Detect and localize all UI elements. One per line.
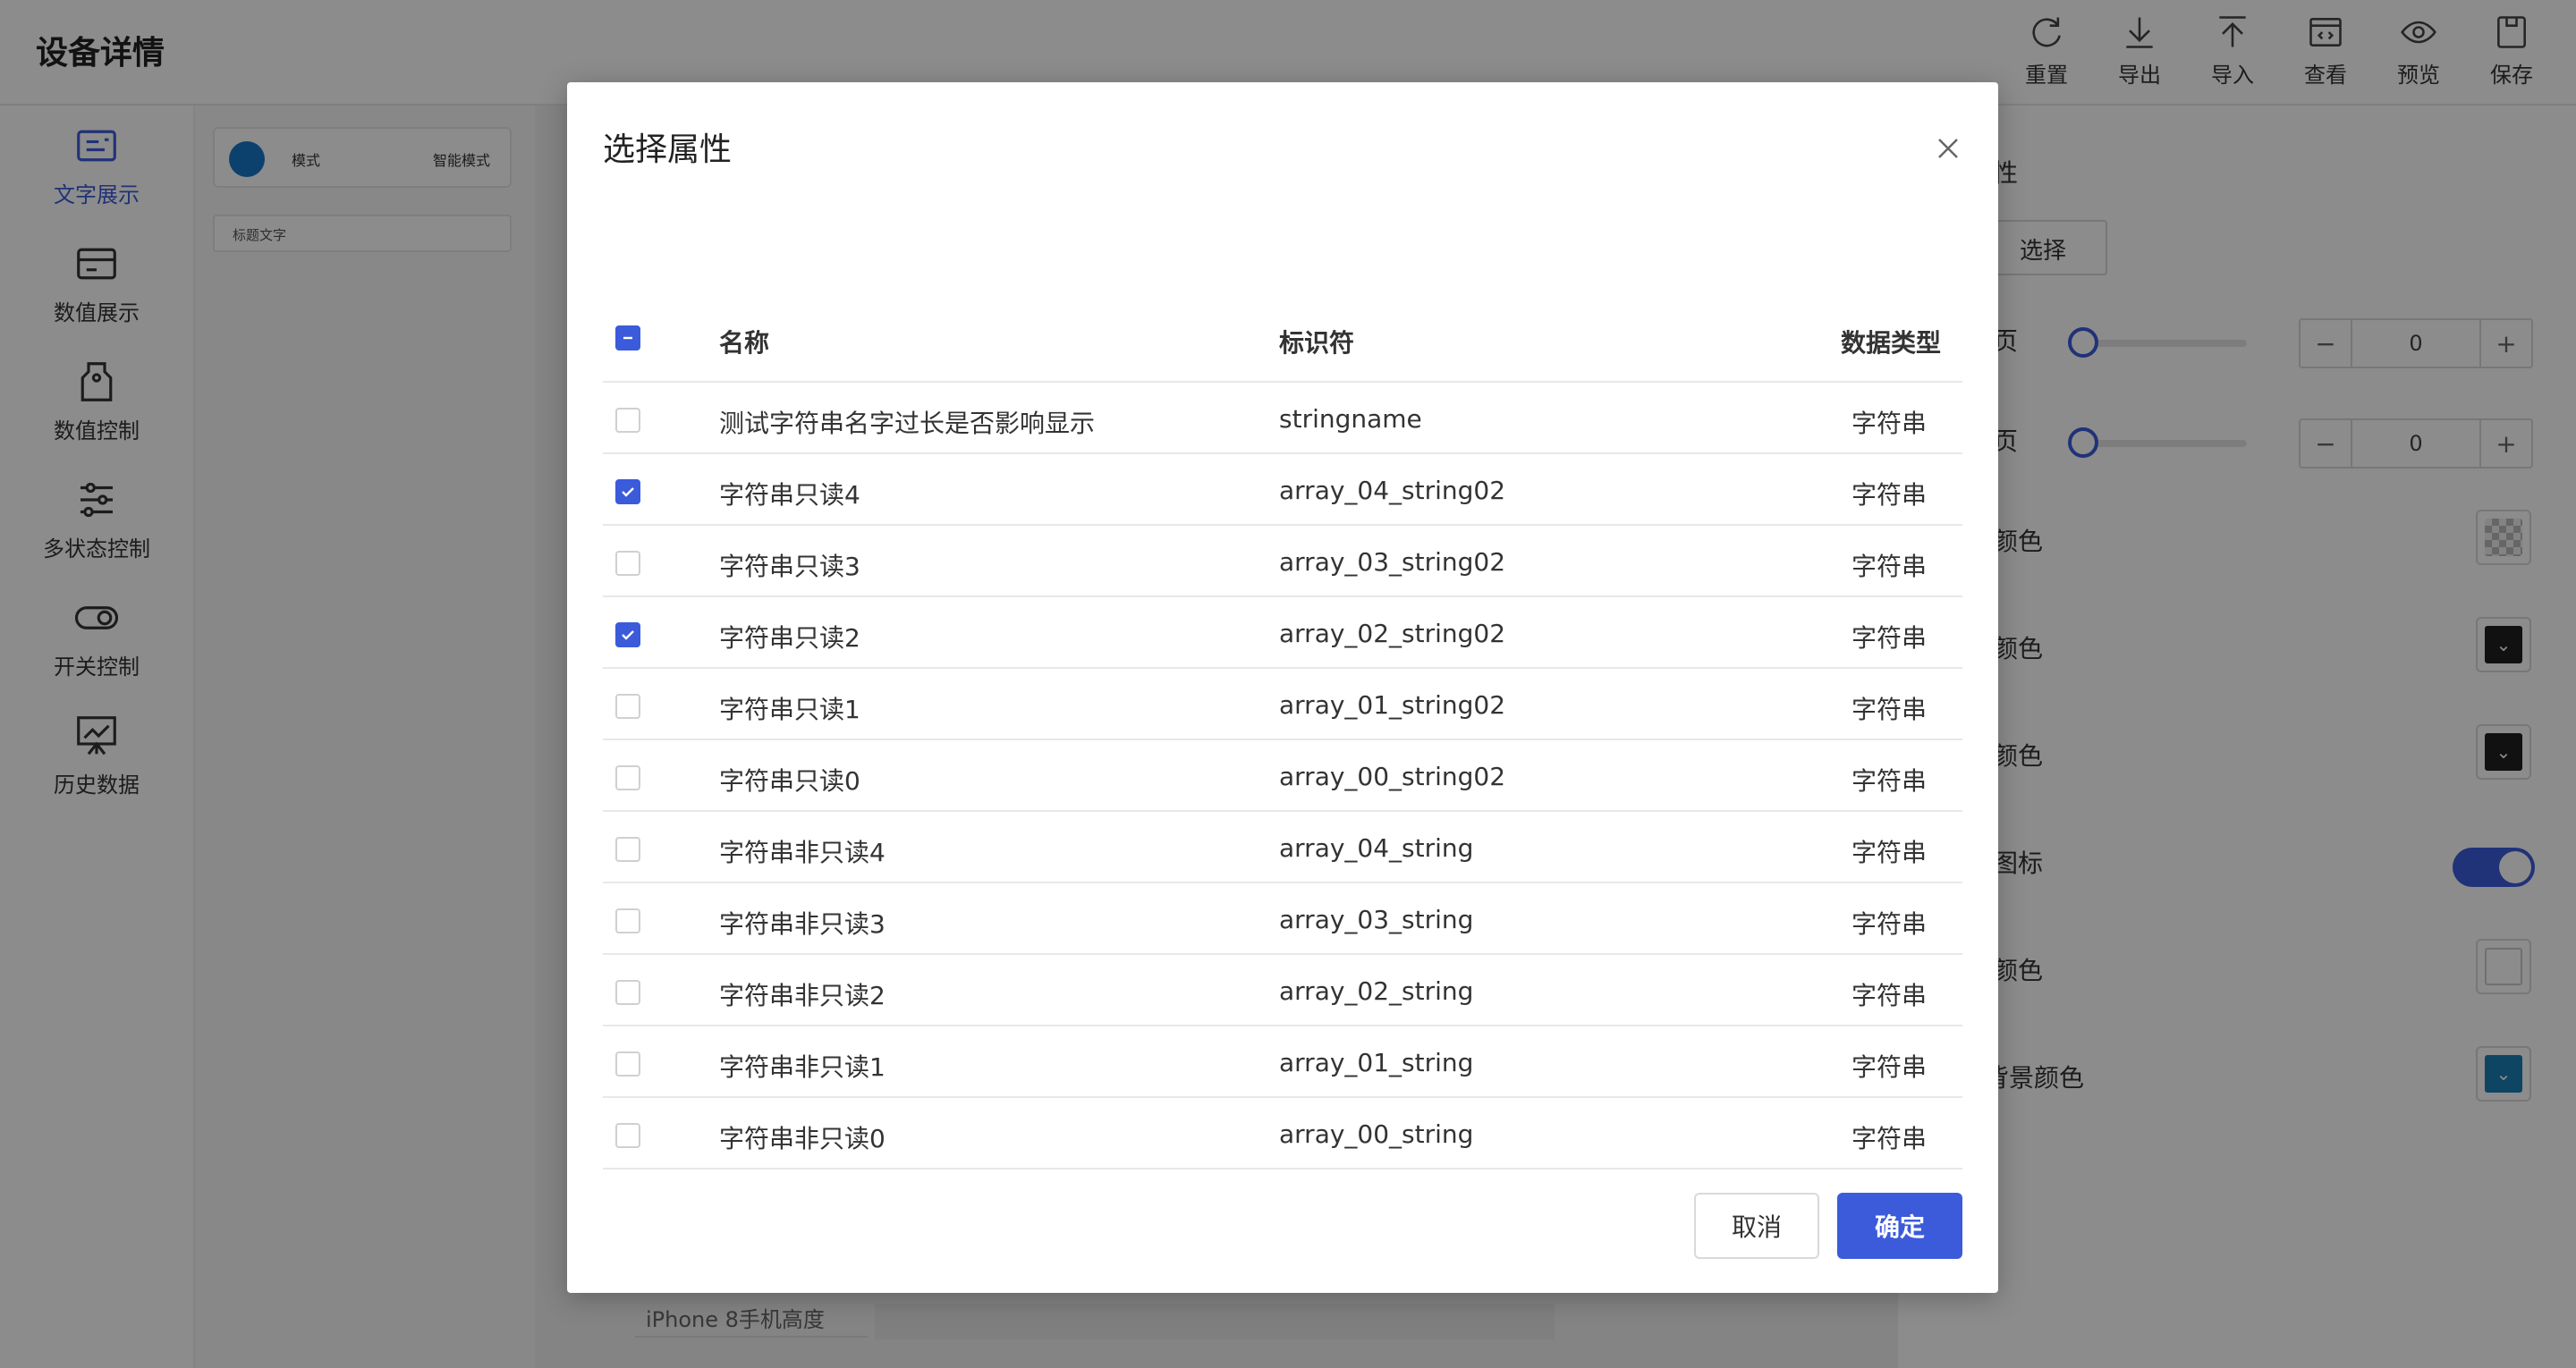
cell-identifier: array_04_string bbox=[1279, 833, 1474, 863]
cell-data-type: 字符串 bbox=[1851, 552, 1927, 581]
row-checkbox[interactable] bbox=[615, 551, 640, 576]
column-header-name: 名称 bbox=[719, 328, 770, 358]
dialog-title: 选择属性 bbox=[603, 131, 733, 168]
cell-name: 字符串只读0 bbox=[719, 766, 860, 796]
cell-name: 字符串非只读2 bbox=[719, 981, 886, 1010]
row-checkbox[interactable] bbox=[615, 694, 640, 719]
table-row[interactable]: 字符串只读4 array_04_string02 字符串 bbox=[603, 454, 1962, 526]
cell-data-type: 字符串 bbox=[1851, 981, 1927, 1010]
cell-identifier: array_04_string02 bbox=[1279, 476, 1506, 505]
row-checkbox[interactable] bbox=[615, 408, 640, 433]
table-row[interactable]: 字符串非只读1 array_01_string 字符串 bbox=[603, 1026, 1962, 1098]
cell-data-type: 字符串 bbox=[1851, 909, 1927, 939]
table-row[interactable]: 字符串非只读0 array_00_string 字符串 bbox=[603, 1098, 1962, 1170]
cell-data-type: 字符串 bbox=[1851, 766, 1927, 796]
table-row[interactable]: 测试字符串名字过长是否影响显示 stringname 字符串 bbox=[603, 383, 1962, 454]
column-header-id: 标识符 bbox=[1279, 328, 1355, 358]
row-checkbox[interactable] bbox=[615, 479, 640, 504]
cell-name: 字符串只读3 bbox=[719, 552, 860, 581]
cell-identifier: array_03_string02 bbox=[1279, 547, 1506, 577]
cell-data-type: 字符串 bbox=[1851, 1052, 1927, 1082]
column-header-type: 数据类型 bbox=[1840, 328, 1941, 358]
cell-data-type: 字符串 bbox=[1851, 838, 1927, 867]
confirm-button[interactable]: 确定 bbox=[1837, 1193, 1962, 1259]
cell-data-type: 字符串 bbox=[1851, 480, 1927, 510]
table-header: 名称 标识符 数据类型 bbox=[603, 293, 1962, 383]
row-checkbox[interactable] bbox=[615, 622, 640, 647]
row-checkbox[interactable] bbox=[615, 908, 640, 933]
check-icon bbox=[622, 487, 634, 497]
cell-identifier: array_02_string02 bbox=[1279, 619, 1506, 648]
property-table: 名称 标识符 数据类型 测试字符串名字过长是否影响显示 stringname 字符串… bbox=[603, 293, 1962, 1170]
check-icon bbox=[622, 630, 634, 640]
row-checkbox[interactable] bbox=[615, 837, 640, 862]
cell-data-type: 字符串 bbox=[1851, 409, 1927, 438]
table-row[interactable]: 字符串非只读2 array_02_string 字符串 bbox=[603, 955, 1962, 1026]
cancel-button[interactable]: 取消 bbox=[1694, 1193, 1819, 1259]
cell-data-type: 字符串 bbox=[1851, 695, 1927, 724]
cell-identifier: array_02_string bbox=[1279, 976, 1474, 1006]
cell-identifier: array_00_string02 bbox=[1279, 762, 1506, 791]
cell-data-type: 字符串 bbox=[1851, 623, 1927, 653]
table-row[interactable]: 字符串只读2 array_02_string02 字符串 bbox=[603, 597, 1962, 669]
cell-name: 字符串非只读0 bbox=[719, 1124, 886, 1153]
cell-name: 字符串非只读4 bbox=[719, 838, 886, 867]
cell-name: 测试字符串名字过长是否影响显示 bbox=[719, 409, 1096, 438]
cell-name: 字符串非只读3 bbox=[719, 909, 886, 939]
select-property-dialog: 选择属性 名称 标识符 数据类型 测试字符串名字过长是否影响显示 stringna… bbox=[567, 82, 1998, 1293]
cell-name: 字符串只读1 bbox=[719, 695, 860, 724]
minus-icon bbox=[623, 336, 632, 340]
table-row[interactable]: 字符串非只读4 array_04_string 字符串 bbox=[603, 812, 1962, 883]
table-body: 测试字符串名字过长是否影响显示 stringname 字符串 字符串只读4 array_… bbox=[603, 383, 1962, 1170]
cell-name: 字符串非只读1 bbox=[719, 1052, 886, 1082]
cell-identifier: array_01_string02 bbox=[1279, 690, 1506, 720]
table-row[interactable]: 字符串非只读3 array_03_string 字符串 bbox=[603, 883, 1962, 955]
close-icon[interactable] bbox=[1930, 131, 1966, 166]
row-checkbox[interactable] bbox=[615, 1051, 640, 1077]
table-row[interactable]: 字符串只读1 array_01_string02 字符串 bbox=[603, 669, 1962, 740]
cell-identifier: stringname bbox=[1279, 404, 1422, 434]
row-checkbox[interactable] bbox=[615, 1123, 640, 1148]
table-row[interactable]: 字符串只读3 array_03_string02 字符串 bbox=[603, 526, 1962, 597]
cell-name: 字符串只读4 bbox=[719, 480, 860, 510]
cell-identifier: array_03_string bbox=[1279, 905, 1474, 934]
row-checkbox[interactable] bbox=[615, 765, 640, 790]
cell-name: 字符串只读2 bbox=[719, 623, 860, 653]
cell-data-type: 字符串 bbox=[1851, 1124, 1927, 1153]
cell-identifier: array_01_string bbox=[1279, 1048, 1474, 1077]
table-row[interactable]: 字符串只读0 array_00_string02 字符串 bbox=[603, 740, 1962, 812]
cell-identifier: array_00_string bbox=[1279, 1119, 1474, 1149]
select-all-checkbox[interactable] bbox=[615, 325, 640, 350]
row-checkbox[interactable] bbox=[615, 980, 640, 1005]
